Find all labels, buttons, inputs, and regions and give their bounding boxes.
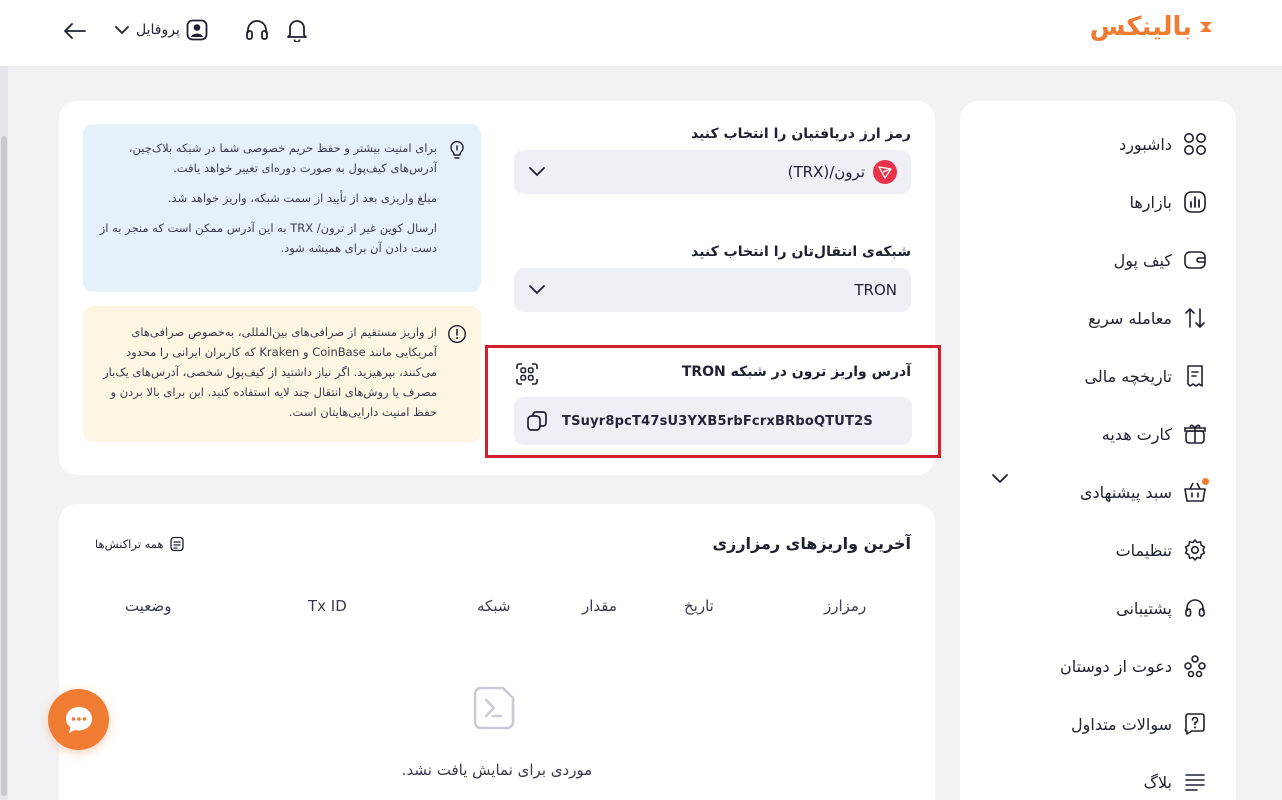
sidebar-item-label: داشبورد	[1119, 134, 1172, 154]
scrollbar-thumb[interactable]	[1, 136, 7, 796]
tron-logo-icon	[873, 160, 897, 184]
sidebar-item-settings[interactable]: تنظیمات	[1116, 530, 1208, 570]
sidebar-item-gift-card[interactable]: کارت هدیه	[1102, 414, 1208, 454]
sidebar-item-label: سوالات متداول	[1071, 714, 1172, 734]
chart-icon	[1182, 189, 1208, 215]
bell-icon	[287, 20, 307, 42]
sidebar-item-invite-friends[interactable]: دعوت از دوستان	[1060, 646, 1208, 686]
headset-icon	[1182, 595, 1208, 621]
sidebar-item-blog[interactable]: بلاگ	[1144, 762, 1208, 800]
user-avatar-icon	[186, 19, 208, 41]
column-header-status: وضعیت	[125, 597, 172, 615]
sidebar: داشبورد بازارها کیف پول معامله سریع تاری…	[960, 101, 1236, 800]
logo-mark-icon	[1200, 22, 1212, 32]
copy-icon[interactable]	[526, 410, 548, 432]
grid-icon	[1182, 131, 1208, 157]
lightbulb-icon	[450, 140, 464, 159]
deposit-card: رمز ارز دریافتیان را انتخاب کنید ترون/(T…	[59, 101, 941, 475]
sidebar-item-label: کیف پول	[1113, 250, 1172, 270]
swap-icon	[1182, 305, 1208, 331]
notifications-button[interactable]	[284, 17, 310, 43]
currency-select[interactable]: ترون/(TRX)	[514, 150, 911, 194]
info-text: ارسال کوین غیر از ترون/ TRX به این آدرس …	[99, 221, 437, 255]
recent-deposits-card: آخرین واریزهای رمزارزی همه تراکنش‌ها رمز…	[59, 504, 935, 800]
network-select-label: شبکه‌ی انتقال‌تان را انتخاب کنید	[691, 244, 911, 260]
info-text: برای امنیت بیشتر و حفظ حریم خصوصی شما در…	[128, 141, 437, 175]
sidebar-item-label: تنظیمات	[1115, 540, 1172, 560]
sidebar-item-support[interactable]: پشتیبانی	[1116, 588, 1208, 628]
profile-label: پروفایل	[136, 22, 180, 38]
deposit-address-value: TSuyr8pcT47sU3YXB5rbFcrxBRboQTUT2S	[562, 413, 873, 429]
empty-state-text: موردی برای نمایش یافت نشد.	[401, 761, 593, 779]
currency-select-label: رمز ارز دریافتیان را انتخاب کنید	[691, 126, 911, 142]
sidebar-item-label: سبد پیشنهادی	[1080, 482, 1172, 502]
sidebar-item-faq[interactable]: سوالات متداول	[1071, 704, 1208, 744]
empty-state-icon	[473, 686, 515, 730]
sidebar-item-label: بازارها	[1129, 192, 1172, 212]
sidebar-item-wallet[interactable]: کیف پول	[1114, 240, 1208, 280]
sidebar-item-quick-trade[interactable]: معامله سریع	[1088, 298, 1208, 338]
blog-icon	[1182, 769, 1208, 795]
network-select-value: TRON	[854, 281, 897, 299]
deposit-address-highlight: آدرس واریز ترون در شبکه TRON TSuyr8pcT47…	[485, 345, 941, 458]
sidebar-item-label: بلاگ	[1143, 772, 1172, 792]
chevron-down-icon[interactable]	[988, 466, 1012, 490]
info-text: مبلغ واریزی بعد از تأیید از سمت شبکه، وا…	[167, 191, 437, 205]
gear-icon	[1182, 537, 1208, 563]
sidebar-item-suggested-basket[interactable]: سبد پیشنهادی	[1080, 472, 1209, 512]
column-header-amount: مقدار	[582, 597, 617, 615]
question-icon	[1182, 711, 1208, 737]
column-header-currency: رمزارز	[824, 597, 867, 615]
column-header-txid: Tx ID	[308, 597, 347, 615]
users-icon	[1182, 653, 1208, 679]
sidebar-item-label: تاریخچه مالی	[1084, 366, 1172, 386]
gift-icon	[1182, 421, 1208, 447]
top-bar: بالینکس پروفایل	[0, 0, 1282, 66]
network-select[interactable]: TRON	[514, 268, 911, 312]
column-header-date: تاریخ	[684, 597, 714, 615]
chevron-down-icon	[529, 167, 545, 177]
all-transactions-link[interactable]: همه تراکنش‌ها	[95, 536, 185, 552]
deposit-address-field[interactable]: TSuyr8pcT47sU3YXB5rbFcrxBRboQTUT2S	[514, 397, 912, 445]
sidebar-item-label: دعوت از دوستان	[1059, 656, 1172, 676]
back-button[interactable]	[62, 18, 88, 44]
chevron-down-icon	[529, 285, 545, 295]
headset-icon	[246, 20, 268, 40]
wallet-icon	[1182, 247, 1208, 273]
sidebar-item-financial-history[interactable]: تاریخچه مالی	[1085, 356, 1208, 396]
deposit-address-title: آدرس واریز ترون در شبکه TRON	[681, 364, 911, 380]
logo-text: بالینکس	[1089, 12, 1193, 42]
receipt-icon	[1182, 363, 1208, 389]
qr-code-icon[interactable]	[515, 362, 539, 386]
document-list-icon	[170, 536, 185, 552]
support-headset-button[interactable]	[244, 17, 270, 43]
sidebar-item-label: کارت هدیه	[1101, 424, 1172, 444]
sidebar-item-dashboard[interactable]: داشبورد	[1119, 124, 1208, 164]
chat-button[interactable]	[48, 689, 109, 750]
chat-bubble-icon	[65, 706, 92, 733]
sidebar-item-markets[interactable]: بازارها	[1129, 182, 1208, 222]
basket-icon	[1182, 478, 1209, 505]
security-info-box: برای امنیت بیشتر و حفظ حریم خصوصی شما در…	[83, 124, 481, 292]
warning-text: از واریز مستقیم از صرافی‌های بین‌المللی،…	[103, 325, 437, 419]
sidebar-item-label: معامله سریع	[1088, 308, 1172, 328]
chevron-down-icon	[115, 26, 129, 35]
page-scrollbar[interactable]	[0, 66, 8, 800]
recent-deposits-title: آخرین واریزهای رمزارزی	[712, 534, 911, 553]
profile-menu[interactable]: پروفایل	[114, 16, 208, 44]
currency-select-value: ترون/(TRX)	[787, 163, 865, 181]
sidebar-item-label: پشتیبانی	[1116, 598, 1172, 618]
arrow-left-icon	[64, 23, 86, 39]
warning-info-box: از واریز مستقیم از صرافی‌های بین‌المللی،…	[83, 306, 481, 442]
all-transactions-label: همه تراکنش‌ها	[95, 537, 164, 551]
brand-logo[interactable]: بالینکس	[1090, 12, 1214, 42]
notification-dot	[1202, 478, 1209, 485]
warning-circle-icon	[447, 324, 467, 344]
column-header-network: شبکه	[477, 597, 511, 615]
